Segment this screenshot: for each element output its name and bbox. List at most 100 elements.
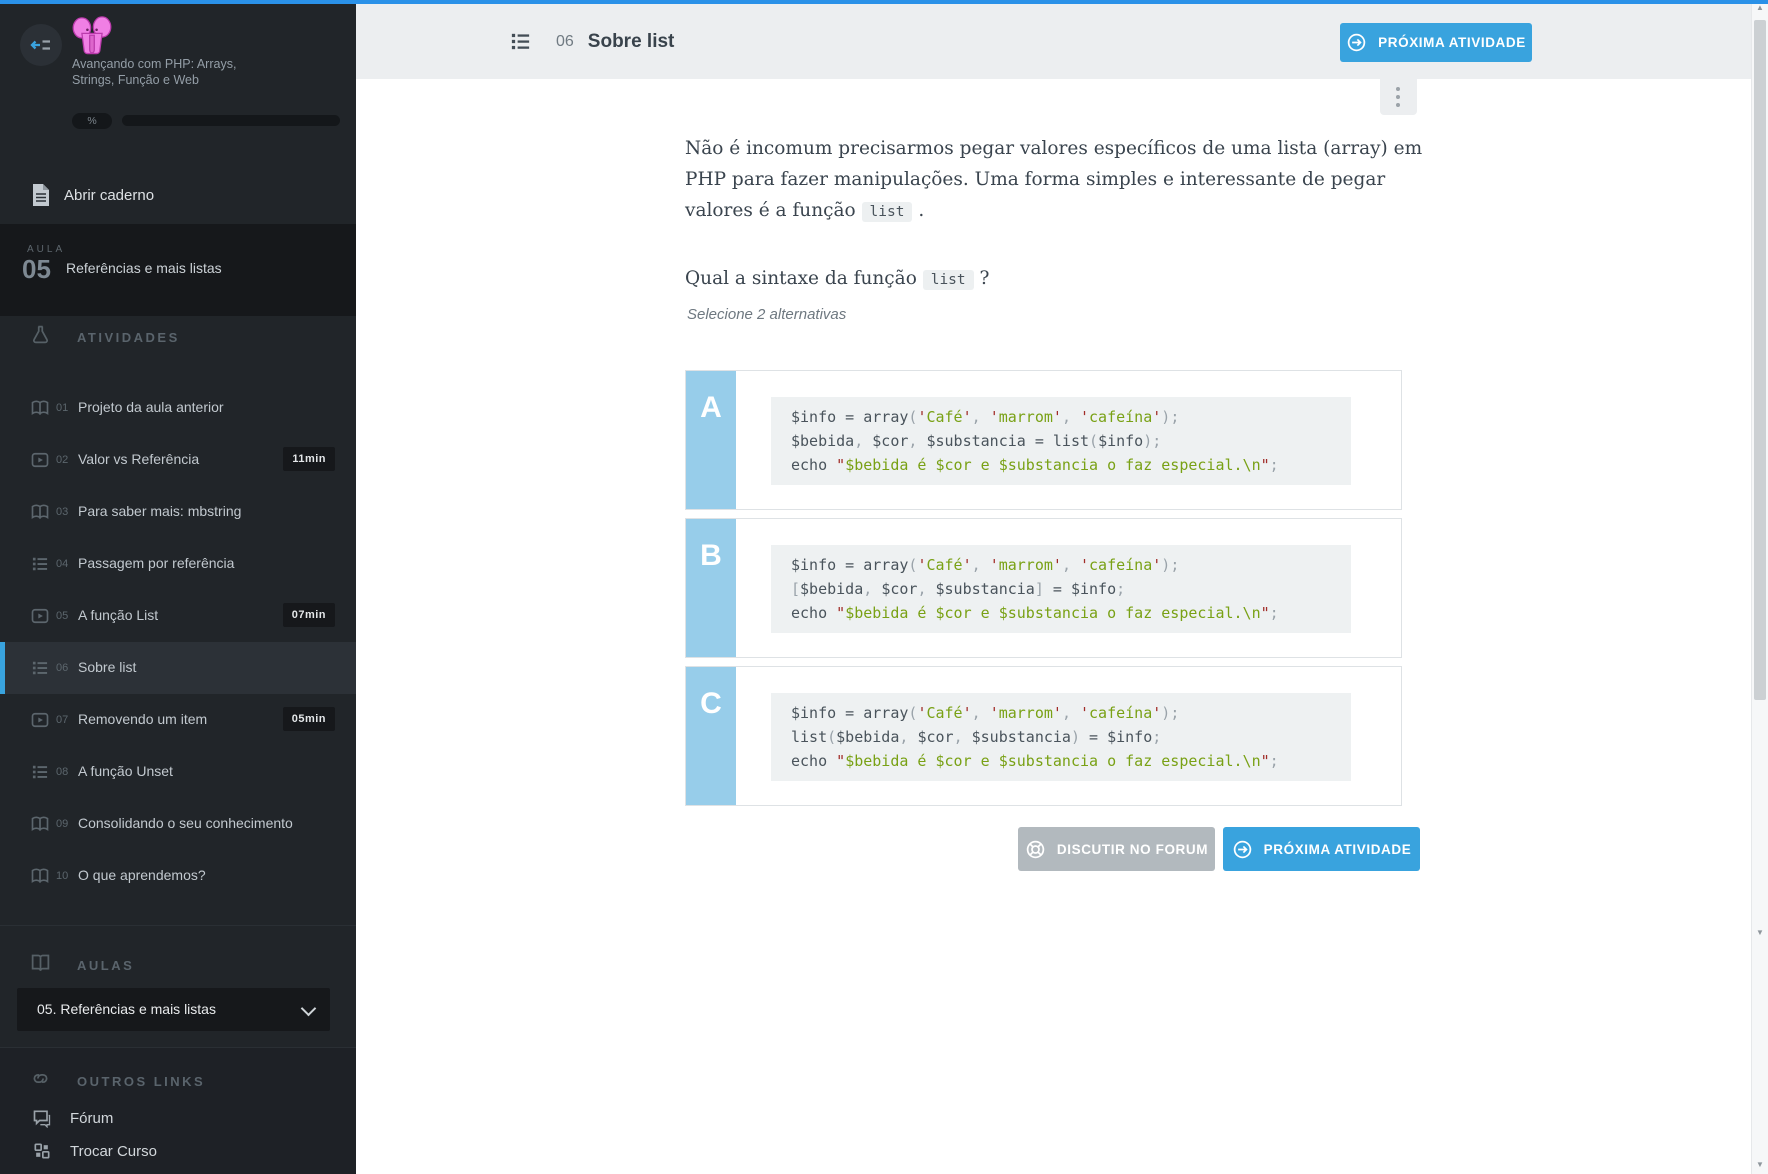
question-paragraph-1: Não é incomum precisarmos pegar valores … <box>685 133 1475 228</box>
activity-number: 10 <box>56 870 68 882</box>
activity-label: A função Unset <box>78 763 173 779</box>
activity-number: 03 <box>56 506 68 518</box>
forum-link-label: Fórum <box>70 1110 113 1127</box>
other-links-section: OUTROS LINKS Fórum Trocar Curso <box>0 1047 356 1174</box>
footer-buttons: DISCUTIR NO FORUM PRÓXIMA ATIVIDADE <box>1018 827 1420 871</box>
lesson-dropdown[interactable]: 05. Referências e mais listas <box>17 988 330 1031</box>
top-accent-bar <box>0 0 1768 4</box>
activity-number: 06 <box>56 662 68 674</box>
forum-link[interactable]: Fórum <box>0 1104 356 1137</box>
activity-label: A função List <box>78 607 158 623</box>
activity-label: Sobre list <box>78 659 136 675</box>
open-notebook-link[interactable]: Abrir caderno <box>0 172 356 218</box>
activity-label: Para saber mais: mbstring <box>78 503 241 519</box>
collapse-arrow-icon <box>29 33 53 57</box>
current-lesson-banner[interactable]: AULA 05 Referências e mais listas <box>0 224 356 316</box>
answer-option-card[interactable]: B $info = array('Café', 'marrom', 'cafeí… <box>685 518 1402 658</box>
discuss-forum-label: DISCUTIR NO FORUM <box>1057 842 1208 857</box>
collapse-sidebar-button[interactable] <box>20 24 62 66</box>
page-scrollbar[interactable]: ▲ ▼ ▼ <box>1751 0 1768 1174</box>
activity-duration-badge: 11min <box>283 447 335 471</box>
grid-icon <box>32 1141 52 1161</box>
sidebar-activity-item[interactable]: 08 A função Unset <box>0 746 356 798</box>
answer-option-card[interactable]: C $info = array('Café', 'marrom', 'cafeí… <box>685 666 1402 806</box>
flask-icon <box>30 324 51 348</box>
document-icon <box>31 184 51 206</box>
course-title: Avançando com PHP: Arrays, Strings, Funç… <box>72 56 236 88</box>
activity-type-icon <box>30 606 50 626</box>
lesson-dropdown-value: 05. Referências e mais listas <box>37 1001 216 1017</box>
course-logo-elephant <box>70 16 114 60</box>
activity-type-icon <box>30 814 50 834</box>
sidebar-activity-item[interactable]: 10 O que aprendemos? <box>0 850 356 902</box>
option-code-block: $info = array('Café', 'marrom', 'cafeína… <box>771 693 1351 781</box>
change-course-label: Trocar Curso <box>70 1143 157 1160</box>
lessons-header: AULAS <box>77 958 134 973</box>
activity-type-icon <box>30 450 50 470</box>
activity-number: 06 <box>556 33 574 51</box>
activities-header: ATIVIDADES <box>77 330 180 345</box>
activity-label: Consolidando o seu conhecimento <box>78 815 293 831</box>
arrow-right-circle-icon <box>1232 839 1253 860</box>
open-book-icon <box>30 952 51 976</box>
other-links-header: OUTROS LINKS <box>77 1074 205 1089</box>
option-code-block: $info = array('Café', 'marrom', 'cafeína… <box>771 397 1351 485</box>
progress-percent-badge: % <box>72 113 112 129</box>
next-activity-button-bottom[interactable]: PRÓXIMA ATIVIDADE <box>1223 827 1420 871</box>
option-code-block: $info = array('Café', 'marrom', 'cafeína… <box>771 545 1351 633</box>
activity-type-icon <box>30 398 50 418</box>
activity-number: 01 <box>56 402 68 414</box>
scrollbar-thumb[interactable] <box>1754 20 1766 700</box>
open-notebook-label: Abrir caderno <box>64 187 154 204</box>
activity-title: Sobre list <box>588 31 675 53</box>
more-options-button[interactable] <box>1380 79 1417 115</box>
link-icon <box>30 1068 51 1092</box>
option-letter: B <box>686 519 736 657</box>
activity-type-icon <box>30 554 50 574</box>
select-instruction: Selecione 2 alternativas <box>687 306 846 323</box>
sidebar-activity-item[interactable]: 09 Consolidando o seu conhecimento <box>0 798 356 850</box>
next-activity-label: PRÓXIMA ATIVIDADE <box>1264 842 1412 857</box>
activity-label: Projeto da aula anterior <box>78 399 224 415</box>
arrow-right-circle-icon <box>1346 32 1367 53</box>
sidebar-activity-item[interactable]: 07 Removendo um item 05min <box>0 694 356 746</box>
scroll-up-arrow[interactable]: ▲ <box>1752 3 1768 12</box>
option-letter: C <box>686 667 736 805</box>
activity-number: 08 <box>56 766 68 778</box>
scroll-down-arrow[interactable]: ▼ <box>1752 1160 1768 1169</box>
course-sidebar: Avançando com PHP: Arrays, Strings, Funç… <box>0 4 356 1174</box>
next-activity-button-top[interactable]: PRÓXIMA ATIVIDADE <box>1340 23 1532 62</box>
lesson-number: 05 <box>22 254 51 285</box>
answer-options: A $info = array('Café', 'marrom', 'cafeí… <box>685 370 1402 814</box>
activity-number: 02 <box>56 454 68 466</box>
activity-label: Valor vs Referência <box>78 451 199 467</box>
inline-code-chip: list <box>862 202 913 222</box>
lesson-title: Referências e mais listas <box>66 260 222 276</box>
option-letter: A <box>686 371 736 509</box>
sidebar-activity-item[interactable]: 01 Projeto da aula anterior <box>0 382 356 434</box>
course-progress-bar <box>122 115 340 126</box>
sidebar-activity-item[interactable]: 03 Para saber mais: mbstring <box>0 486 356 538</box>
sidebar-activity-item[interactable]: 02 Valor vs Referência 11min <box>0 434 356 486</box>
activity-duration-badge: 07min <box>283 603 335 627</box>
activity-number: 04 <box>56 558 68 570</box>
page: Avançando com PHP: Arrays, Strings, Funç… <box>0 0 1768 1174</box>
next-activity-label: PRÓXIMA ATIVIDADE <box>1378 35 1526 50</box>
answer-option-card[interactable]: A $info = array('Café', 'marrom', 'cafeí… <box>685 370 1402 510</box>
scroll-down-arrow-inner[interactable]: ▼ <box>1752 928 1768 937</box>
activity-label: O que aprendemos? <box>78 867 206 883</box>
sidebar-activity-item[interactable]: 06 Sobre list <box>0 642 356 694</box>
activity-label: Removendo um item <box>78 711 207 727</box>
sidebar-activity-item[interactable]: 04 Passagem por referência <box>0 538 356 590</box>
activity-label: Passagem por referência <box>78 555 234 571</box>
activity-number: 09 <box>56 818 68 830</box>
activities-list: 01 Projeto da aula anterior 02 Valor vs … <box>0 382 356 902</box>
activities-section: ATIVIDADES 01 Projeto da aula anterior 0… <box>0 316 356 902</box>
main-content: 06 Sobre list PRÓXIMA ATIVIDADE Não é in… <box>356 4 1751 1174</box>
chat-icon <box>32 1108 52 1128</box>
change-course-link[interactable]: Trocar Curso <box>0 1137 356 1170</box>
activity-number: 07 <box>56 714 68 726</box>
sidebar-activity-item[interactable]: 05 A função List 07min <box>0 590 356 642</box>
list-activity-icon <box>509 30 532 53</box>
discuss-forum-button[interactable]: DISCUTIR NO FORUM <box>1018 827 1215 871</box>
